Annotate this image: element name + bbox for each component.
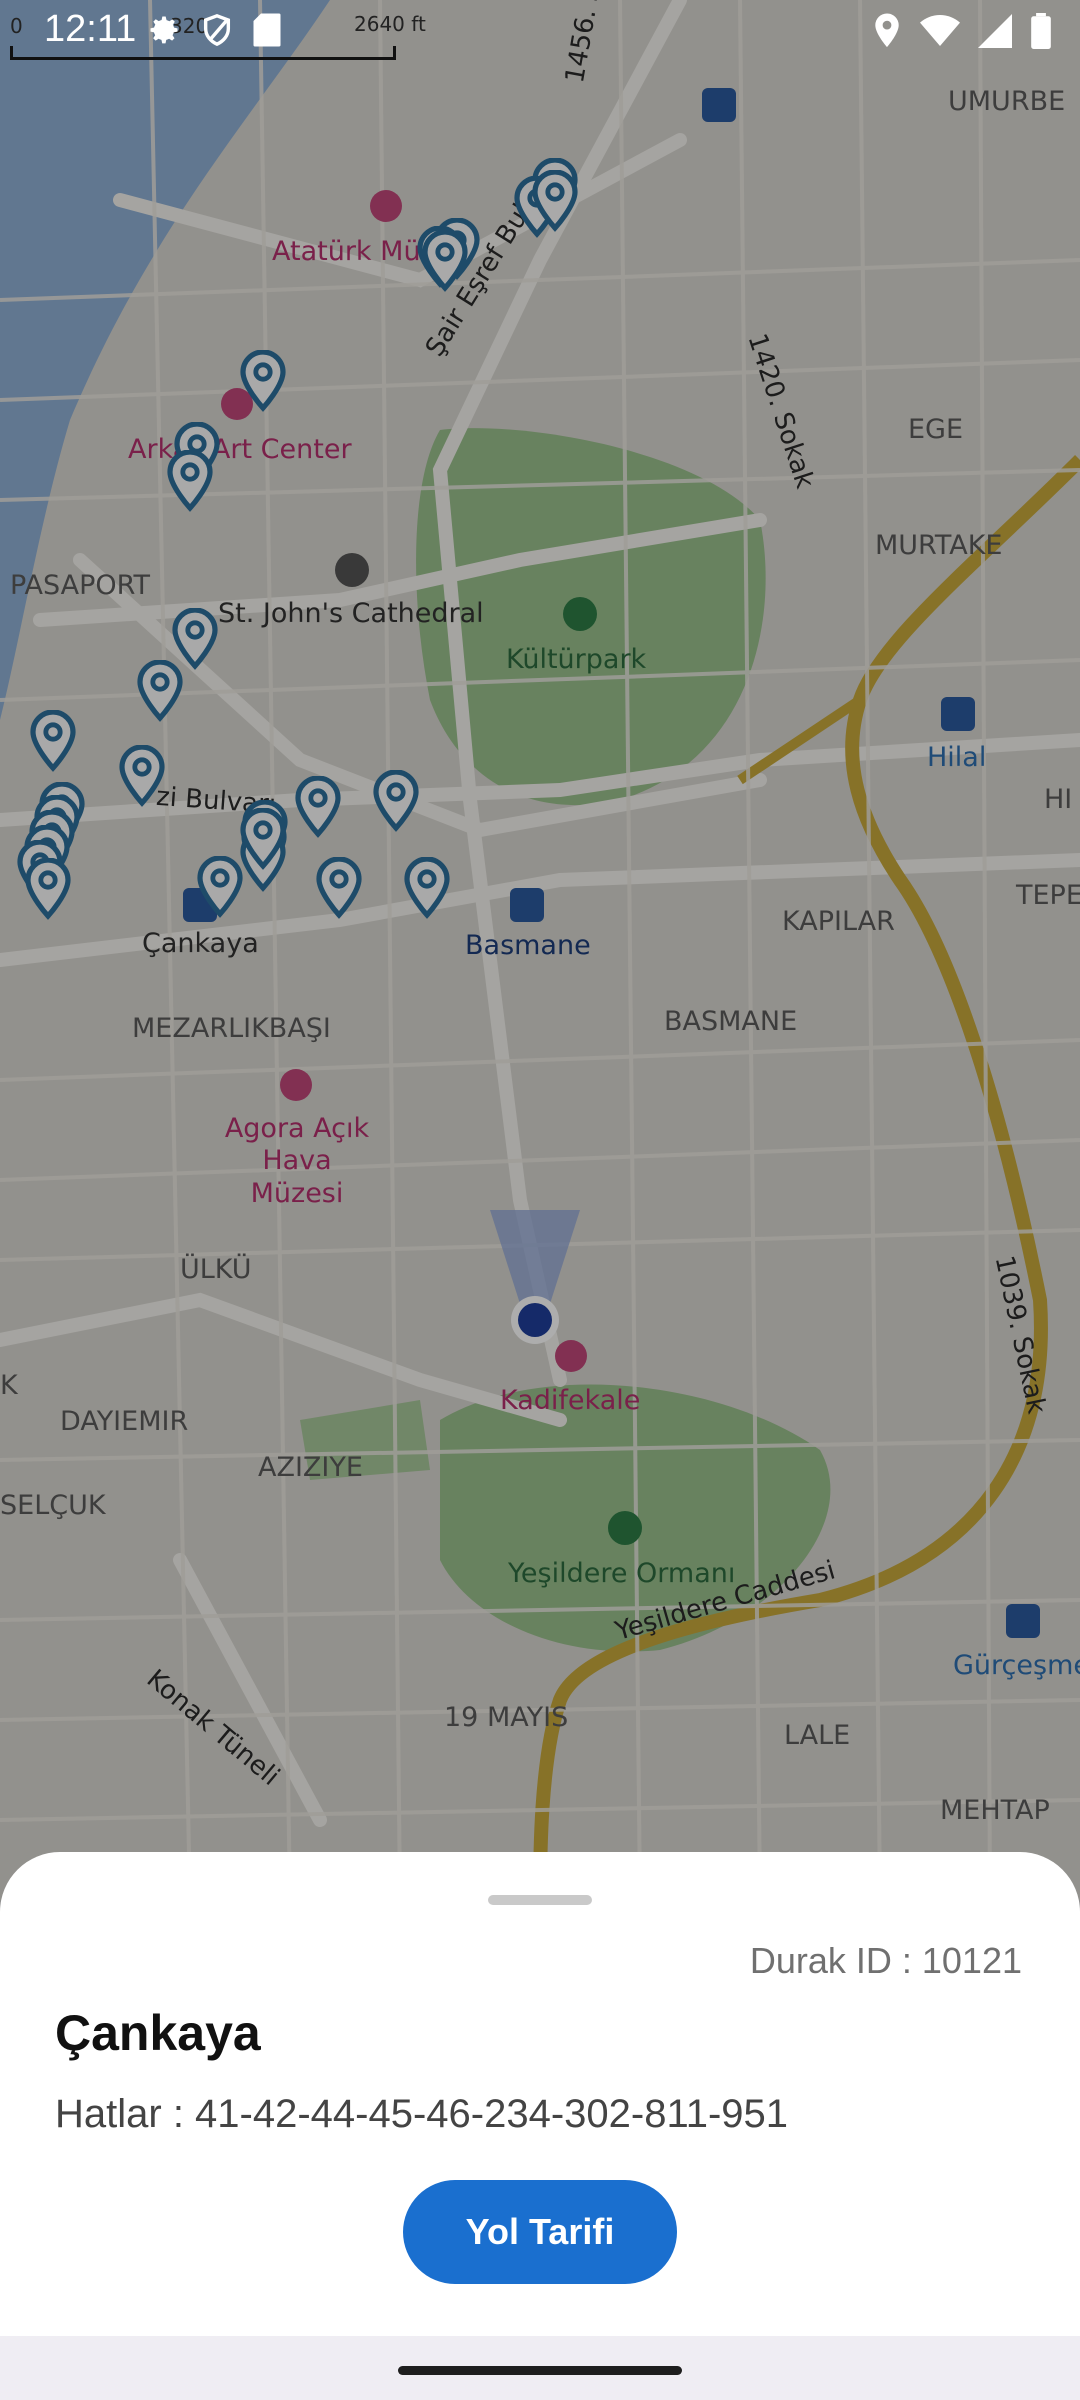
poi-agora[interactable]: Agora Açık Hava Müzesi xyxy=(222,1113,372,1210)
current-location-marker xyxy=(490,1210,580,1344)
poi-kadifekale[interactable]: Kadifekale xyxy=(500,1385,640,1416)
district-kapilar: KAPILAR xyxy=(782,906,895,937)
directions-button[interactable]: Yol Tarifi xyxy=(403,2180,677,2284)
bus-stop-pin[interactable] xyxy=(239,350,287,412)
bus-stop-pin[interactable] xyxy=(372,770,420,832)
station-basmane[interactable]: Basmane xyxy=(465,930,591,961)
bus-stop-pin[interactable] xyxy=(403,857,451,919)
district-lale: LALE xyxy=(784,1720,851,1751)
poi-yesildere-ormani[interactable]: Yeşildere Ormanı xyxy=(508,1558,735,1589)
bus-stop-pin[interactable] xyxy=(196,856,244,918)
signal-icon xyxy=(978,14,1012,53)
map-scale-zero: 0 xyxy=(10,14,23,38)
sd-card-icon xyxy=(252,12,282,53)
bus-stop-pin[interactable] xyxy=(315,857,363,919)
district-hi: HI xyxy=(1044,784,1073,815)
map-view[interactable]: Atatürk Müzesi Arkas Art Center St. John… xyxy=(0,0,1080,1900)
station-gurcesme[interactable]: Gürçeşme xyxy=(953,1650,1080,1681)
bus-stop-pin[interactable] xyxy=(166,450,214,512)
district-19-mayis: 19 MAYIS xyxy=(444,1702,569,1733)
poi-st-johns-cathedral[interactable]: St. John's Cathedral xyxy=(218,598,484,629)
bus-stop-pin[interactable] xyxy=(136,660,184,722)
settings-icon xyxy=(146,12,182,53)
status-bar: 0 320 2640 ft 12:11 xyxy=(0,0,1080,62)
district-basmane: BASMANE xyxy=(664,1006,798,1037)
district-selcuk: SELÇUK xyxy=(0,1490,106,1521)
bus-stop-pin[interactable] xyxy=(531,170,579,232)
shield-icon xyxy=(200,12,234,53)
battery-icon xyxy=(1030,13,1052,54)
bus-stop-pin[interactable] xyxy=(239,808,287,870)
gesture-nav-bar xyxy=(0,2336,1080,2400)
wifi-icon xyxy=(920,14,960,53)
district-mehtap: MEHTAP xyxy=(940,1795,1050,1826)
map-scale-label: 2640 ft xyxy=(354,12,426,36)
stop-name: Çankaya xyxy=(55,2005,261,2061)
district-ege: EGE xyxy=(908,414,964,445)
district-tepec: TEPEC xyxy=(1016,880,1080,911)
bus-stop-pin[interactable] xyxy=(24,858,72,920)
stop-lines: Hatlar : 41-42-44-45-46-234-302-811-951 xyxy=(55,2092,789,2136)
station-cankaya[interactable]: Çankaya xyxy=(142,928,259,959)
district-murtake: MURTAKE xyxy=(875,530,1003,561)
district-aziziye: AZIZIYE xyxy=(258,1452,363,1483)
sheet-drag-handle[interactable] xyxy=(488,1895,592,1905)
district-pasaport: PASAPORT xyxy=(10,570,150,601)
district-mezarlikbasi: MEZARLIKBAŞI xyxy=(132,1013,331,1044)
location-icon xyxy=(872,12,902,55)
stop-detail-sheet: Durak ID : 10121 Çankaya Hatlar : 41-42-… xyxy=(0,1852,1080,2336)
station-hilal[interactable]: Hilal xyxy=(927,742,986,773)
bus-stop-pin[interactable] xyxy=(29,710,77,772)
poi-arkas-art-center[interactable]: Arkas Art Center xyxy=(128,434,352,465)
bus-stop-pin[interactable] xyxy=(294,776,342,838)
status-time: 12:11 xyxy=(44,8,137,50)
bus-stop-pin[interactable] xyxy=(421,230,469,292)
district-k: K xyxy=(0,1370,18,1401)
district-ulku: ÜLKÜ xyxy=(180,1254,252,1285)
home-indicator[interactable] xyxy=(398,2366,682,2375)
poi-kulturpark[interactable]: Kültürpark xyxy=(506,644,646,675)
district-dayiemir: DAYIEMIR xyxy=(60,1406,189,1437)
district-umurbe: UMURBE xyxy=(948,86,1066,117)
stop-id-label: Durak ID : 10121 xyxy=(749,1940,1022,1981)
bus-stop-pin[interactable] xyxy=(118,745,166,807)
